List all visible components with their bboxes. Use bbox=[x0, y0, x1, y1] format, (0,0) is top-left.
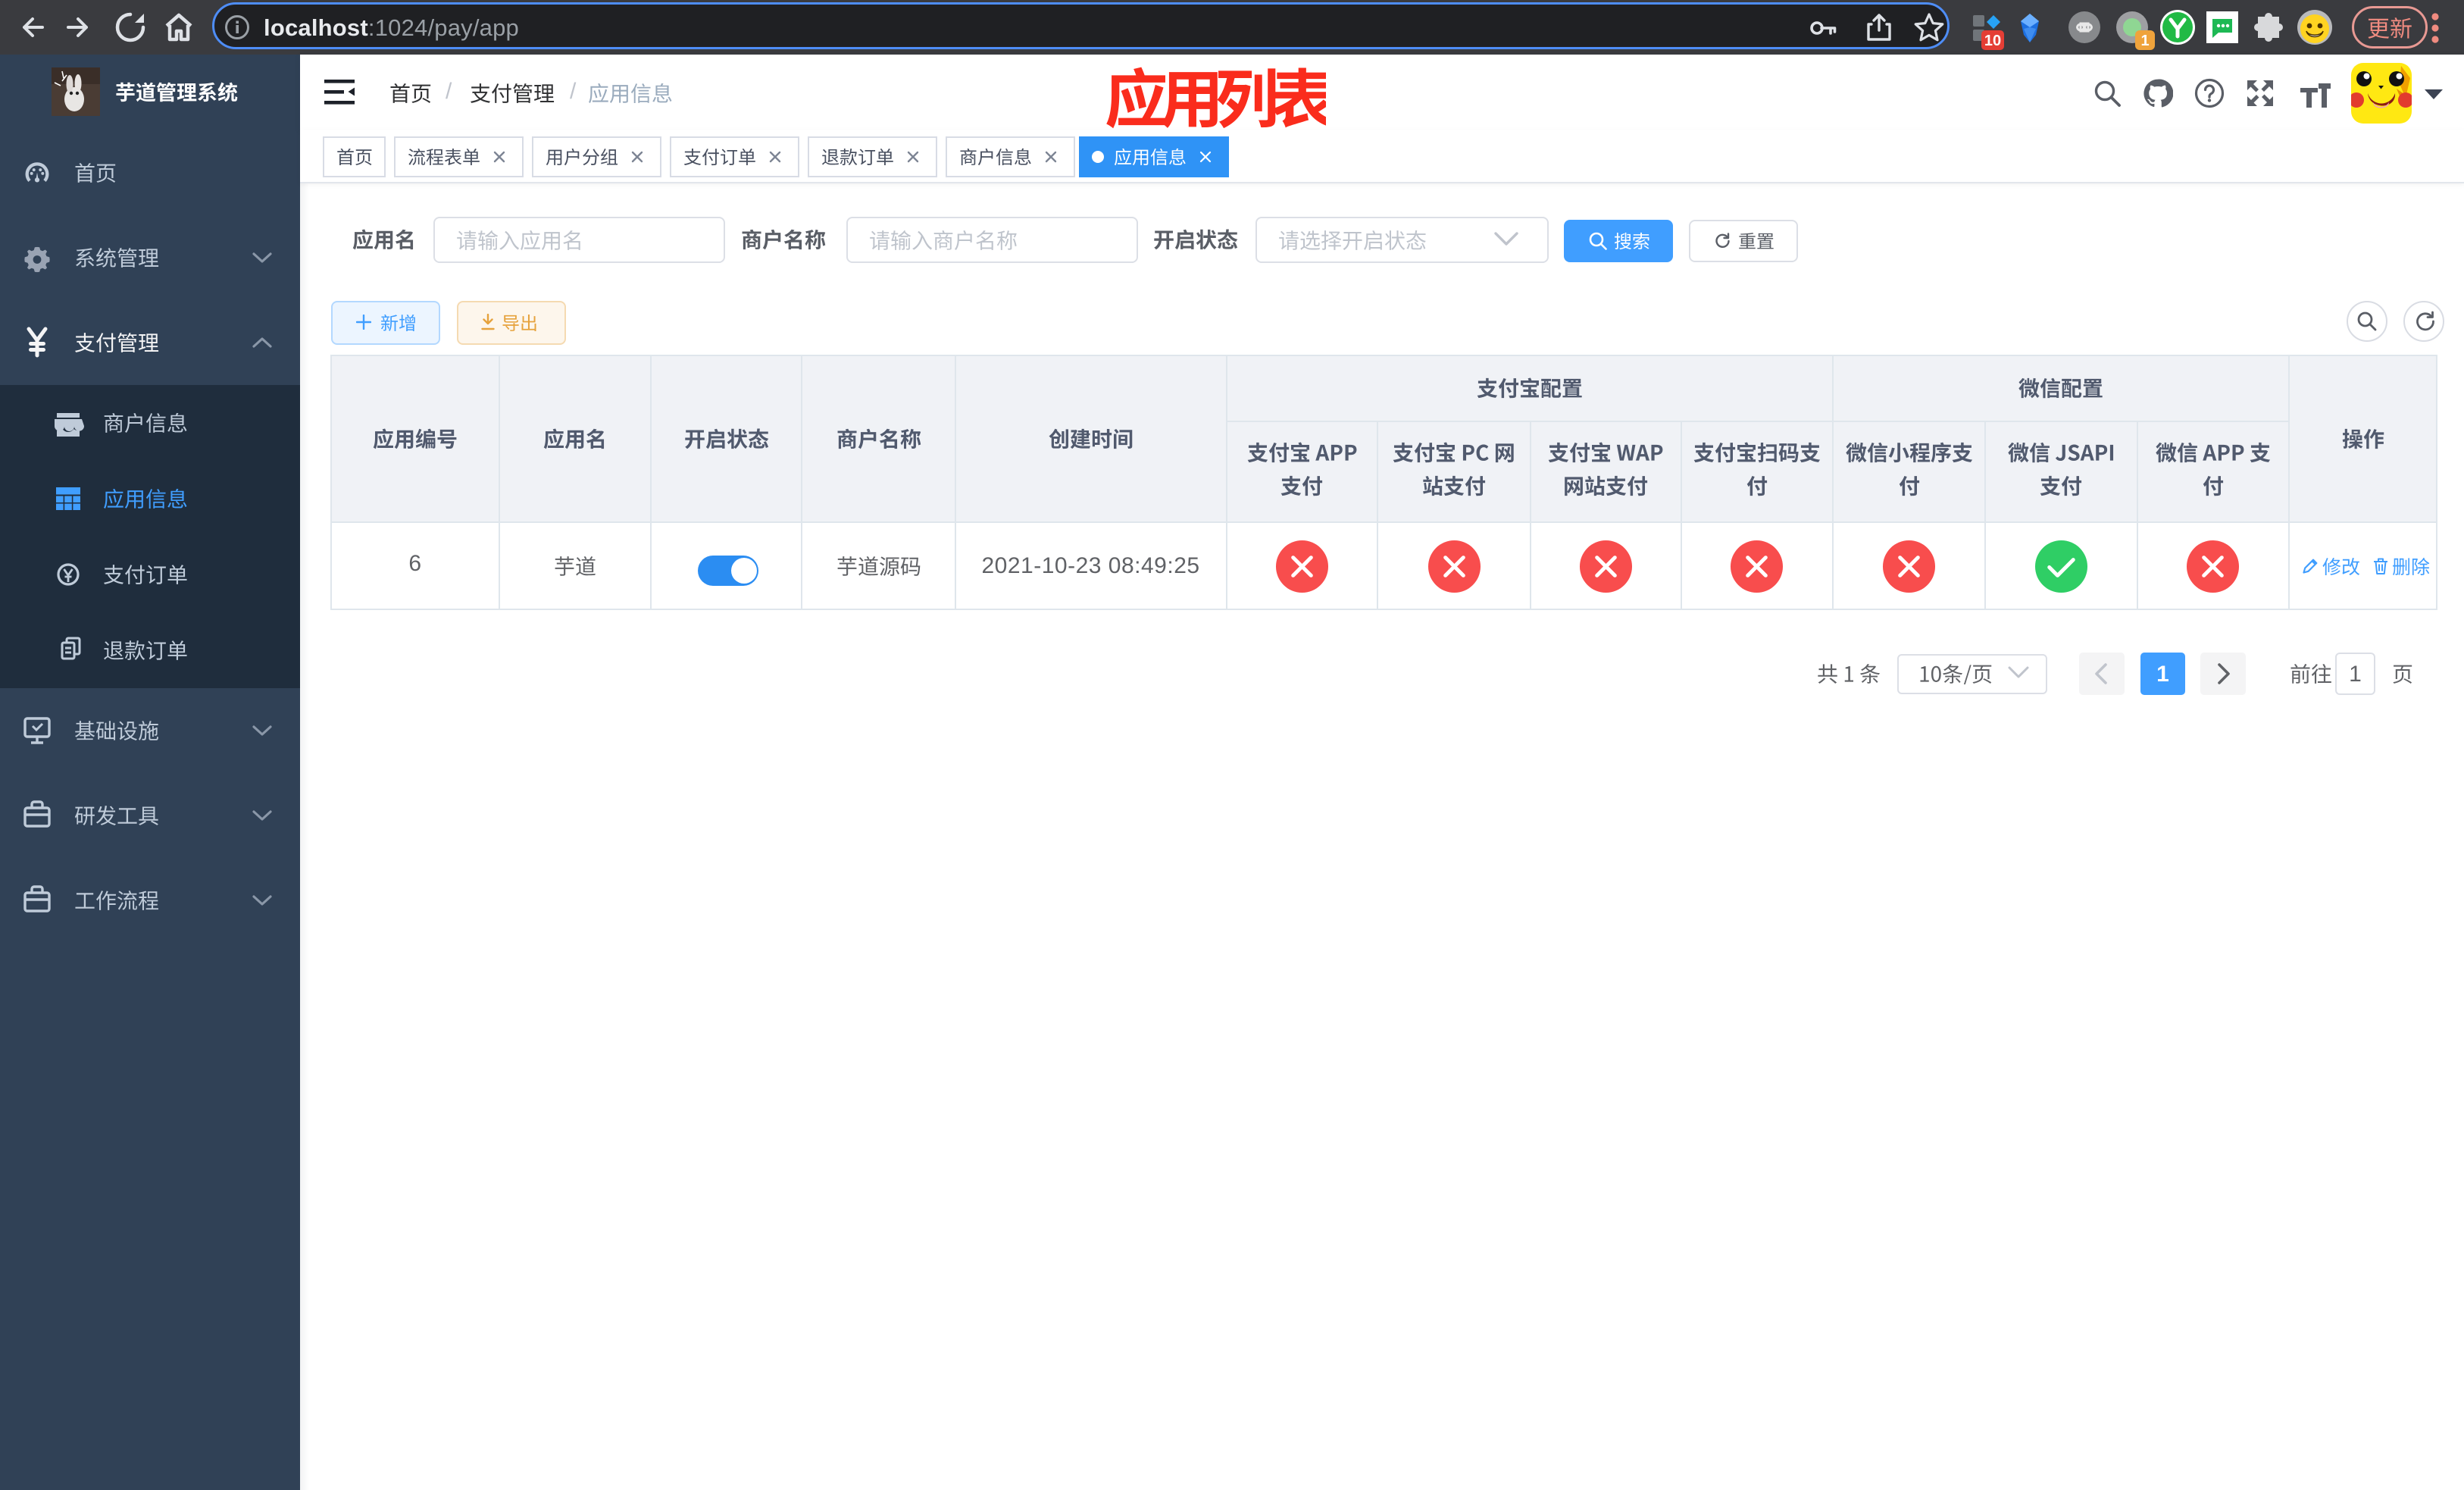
svg-text:10: 10 bbox=[1984, 33, 2001, 49]
svg-text:1: 1 bbox=[2140, 33, 2149, 49]
